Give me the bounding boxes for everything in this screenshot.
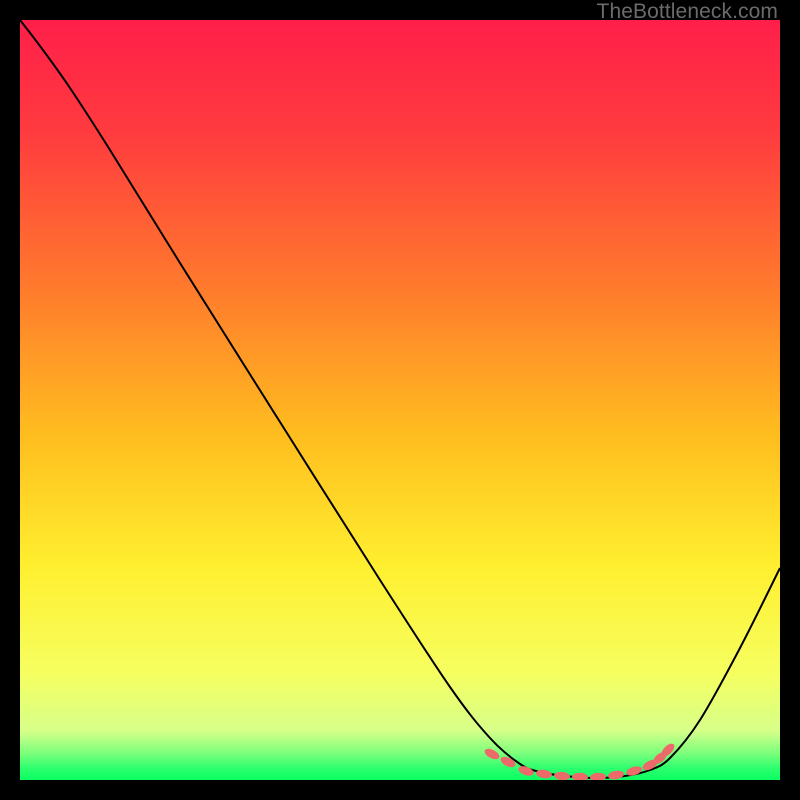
chart-svg — [20, 20, 780, 780]
valley-dot — [590, 772, 606, 780]
valley-dot — [483, 747, 501, 762]
valley-dot — [554, 771, 571, 780]
chart-frame — [20, 20, 780, 780]
valley-dots-group — [483, 741, 677, 780]
valley-dot — [535, 769, 552, 780]
bottleneck-curve — [20, 20, 780, 778]
valley-dot — [499, 755, 517, 770]
valley-dot — [572, 773, 588, 780]
valley-dot — [607, 770, 624, 780]
